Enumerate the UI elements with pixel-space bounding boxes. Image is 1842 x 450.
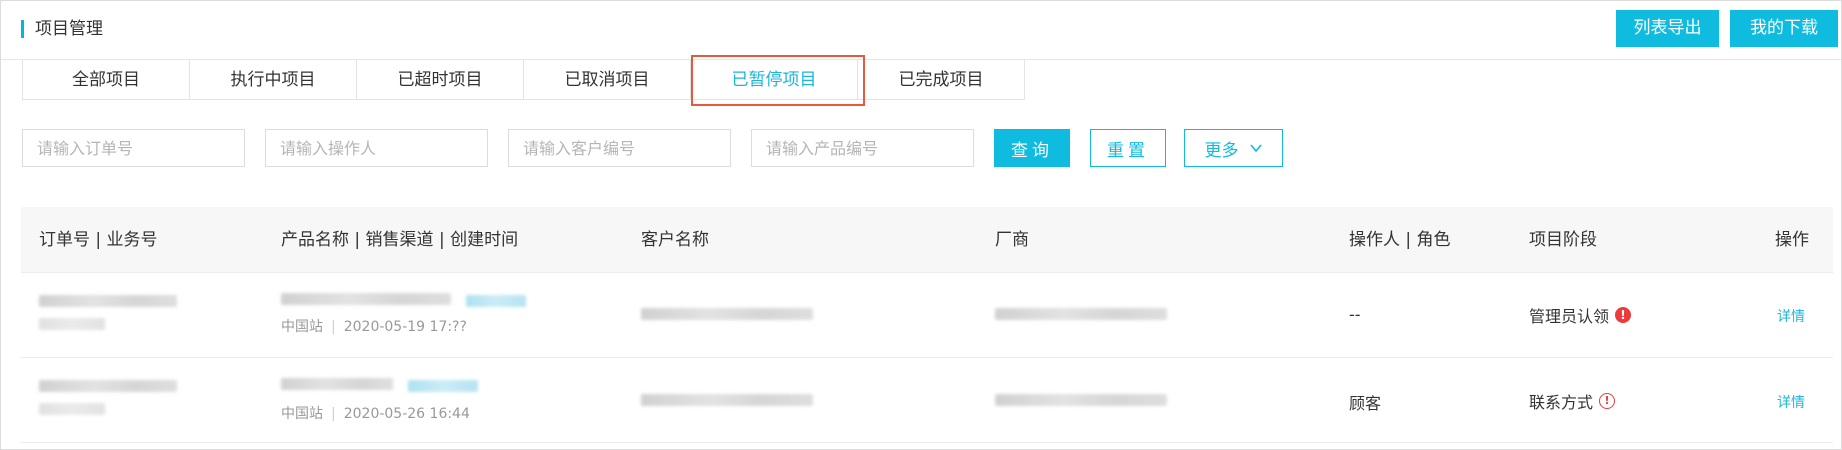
alert-outline-icon: ! bbox=[1599, 393, 1616, 409]
business-number-redacted bbox=[39, 318, 105, 330]
table-row: 中国站 | 2020-05-19 17:?? -- 管理员认领 ! 详情 bbox=[21, 273, 1833, 358]
operator-role: -- bbox=[1349, 305, 1361, 324]
product-tag-redacted bbox=[408, 380, 478, 392]
alert-icon: ! bbox=[1615, 307, 1632, 323]
table-header: 订单号 | 业务号 产品名称 | 销售渠道 | 创建时间 客户名称 厂商 操作人… bbox=[21, 207, 1833, 273]
page-title: 项目管理 bbox=[35, 19, 103, 39]
project-stage: 联系方式 ! bbox=[1529, 389, 1616, 413]
order-number-redacted bbox=[39, 380, 177, 392]
customer-name-redacted bbox=[641, 394, 813, 406]
export-list-button[interactable]: 列表导出 bbox=[1616, 10, 1719, 47]
title-accent-bar bbox=[21, 20, 24, 38]
operator-role: 顾客 bbox=[1349, 394, 1382, 413]
business-number-redacted bbox=[39, 403, 105, 415]
reset-button[interactable]: 重置 bbox=[1090, 129, 1166, 167]
detail-link[interactable]: 详情 bbox=[1777, 306, 1805, 326]
tab-in-progress[interactable]: 执行中项目 bbox=[189, 60, 357, 100]
page-header: 项目管理 列表导出 我的下载 bbox=[1, 1, 1841, 60]
column-order-number: 订单号 | 业务号 bbox=[39, 230, 158, 250]
channel-date-line: 中国站 | 2020-05-26 16:44 bbox=[281, 406, 470, 422]
tab-all-projects[interactable]: 全部项目 bbox=[22, 60, 190, 100]
column-product: 产品名称 | 销售渠道 | 创建时间 bbox=[281, 230, 519, 250]
product-number-input[interactable] bbox=[751, 129, 974, 167]
product-tag-redacted bbox=[466, 295, 526, 307]
stage-label: 联系方式 bbox=[1529, 393, 1594, 412]
channel-date-line: 中国站 | 2020-05-19 17:?? bbox=[281, 319, 467, 335]
product-name-redacted bbox=[281, 378, 393, 390]
sales-channel: 中国站 bbox=[281, 406, 323, 422]
project-status-tabs: 全部项目 执行中项目 已超时项目 已取消项目 已暂停项目 已完成项目 bbox=[22, 60, 1025, 100]
chevron-down-icon bbox=[1249, 144, 1262, 153]
more-filters-label: 更多 bbox=[1204, 140, 1239, 161]
operator-input[interactable] bbox=[265, 129, 488, 167]
tab-completed[interactable]: 已完成项目 bbox=[857, 60, 1025, 100]
column-actions: 操作 bbox=[1775, 230, 1809, 250]
my-downloads-button[interactable]: 我的下载 bbox=[1730, 10, 1838, 47]
order-number-input[interactable] bbox=[22, 129, 245, 167]
page-frame: 项目管理 列表导出 我的下载 全部项目 执行中项目 已超时项目 已取消项目 已暂… bbox=[0, 0, 1842, 450]
stage-label: 管理员认领 bbox=[1529, 307, 1610, 326]
tab-cancelled[interactable]: 已取消项目 bbox=[523, 60, 691, 100]
more-filters-button[interactable]: 更多 bbox=[1184, 129, 1283, 167]
customer-name-redacted bbox=[641, 308, 813, 320]
table-row: 中国站 | 2020-05-26 16:44 顾客 联系方式 ! 详情 bbox=[21, 358, 1833, 443]
sales-channel: 中国站 bbox=[281, 319, 323, 335]
vendor-name-redacted bbox=[995, 394, 1167, 406]
tab-overdue[interactable]: 已超时项目 bbox=[356, 60, 524, 100]
customer-number-input[interactable] bbox=[508, 129, 731, 167]
column-customer: 客户名称 bbox=[641, 230, 709, 250]
query-button[interactable]: 查询 bbox=[994, 129, 1070, 167]
detail-link[interactable]: 详情 bbox=[1777, 392, 1805, 412]
created-time: 2020-05-26 16:44 bbox=[343, 406, 470, 422]
column-vendor: 厂商 bbox=[995, 230, 1029, 250]
order-number-redacted bbox=[39, 295, 177, 307]
created-time: 2020-05-19 17:?? bbox=[343, 319, 467, 335]
column-operator-role: 操作人 | 角色 bbox=[1349, 230, 1451, 250]
product-name-redacted bbox=[281, 293, 451, 305]
column-project-stage: 项目阶段 bbox=[1529, 230, 1597, 250]
tab-paused[interactable]: 已暂停项目 bbox=[690, 60, 858, 100]
vendor-name-redacted bbox=[995, 308, 1167, 320]
project-stage: 管理员认领 ! bbox=[1529, 303, 1632, 327]
projects-table: 订单号 | 业务号 产品名称 | 销售渠道 | 创建时间 客户名称 厂商 操作人… bbox=[21, 207, 1833, 443]
